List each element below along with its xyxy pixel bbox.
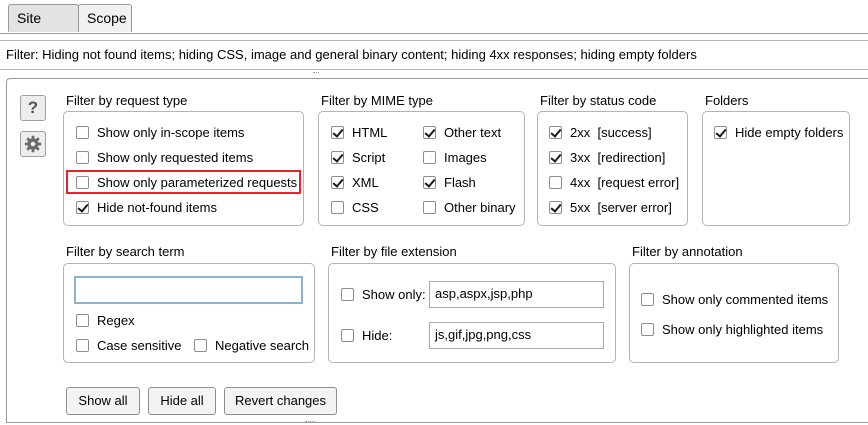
checkbox-regex[interactable]: Regex: [76, 311, 135, 329]
checkbox-hide-empty-folders[interactable]: Hide empty folders: [714, 123, 843, 141]
checkbox-box[interactable]: [714, 125, 727, 139]
checkbox-box[interactable]: [549, 125, 562, 139]
tab-scope[interactable]: Scope: [78, 4, 132, 32]
tab-site-map[interactable]: Site map: [8, 4, 79, 53]
gear-icon: [24, 135, 42, 153]
checkbox-box[interactable]: [194, 338, 207, 352]
checkbox-negative-search[interactable]: Negative search: [194, 336, 309, 354]
checkbox-mime-script[interactable]: Script: [331, 148, 385, 166]
checkbox-box[interactable]: [76, 200, 89, 214]
help-icon: ?: [27, 98, 39, 117]
checkbox-mime-other-binary[interactable]: Other binary: [423, 198, 516, 216]
checkbox-box[interactable]: [641, 322, 654, 336]
revert-changes-button[interactable]: Revert changes: [224, 387, 337, 415]
filter-summary-bar[interactable]: Filter: Hiding not found items; hiding C…: [0, 40, 868, 70]
checkbox-case-sensitive[interactable]: Case sensitive: [76, 336, 182, 354]
annotation-title: Filter by annotation: [632, 244, 743, 259]
checkbox-mime-images[interactable]: Images: [423, 148, 487, 166]
checkbox-box[interactable]: [423, 200, 436, 214]
checkbox-box[interactable]: [76, 338, 89, 352]
checkbox-box[interactable]: [341, 287, 354, 301]
checkbox-highlighted-only[interactable]: Show only highlighted items: [641, 320, 823, 338]
checkbox-box[interactable]: [331, 200, 344, 214]
checkbox-box[interactable]: [331, 125, 344, 139]
checkbox-box[interactable]: [549, 200, 562, 214]
hide-all-button[interactable]: Hide all: [148, 387, 216, 415]
ext-show-only-input[interactable]: asp,aspx,jsp,php: [429, 281, 604, 308]
checkbox-in-scope-only[interactable]: Show only in-scope items: [76, 123, 244, 141]
checkbox-status-2xx[interactable]: 2xx [success]: [549, 123, 652, 141]
ext-hide-input[interactable]: js,gif,jpg,png,css: [429, 322, 604, 349]
checkbox-ext-show-only[interactable]: Show only:: [341, 285, 426, 303]
request-type-title: Filter by request type: [66, 93, 188, 108]
checkbox-box[interactable]: [549, 150, 562, 164]
splitter-handle[interactable]: [313, 72, 319, 77]
status-code-title: Filter by status code: [540, 93, 657, 108]
search-term-input[interactable]: [74, 276, 303, 304]
checkbox-box[interactable]: [641, 292, 654, 306]
checkbox-requested-only[interactable]: Show only requested items: [76, 148, 253, 166]
checkbox-hide-not-found[interactable]: Hide not-found items: [76, 198, 217, 216]
checkbox-box[interactable]: [549, 175, 562, 189]
checkbox-box[interactable]: [331, 175, 344, 189]
checkbox-status-5xx[interactable]: 5xx [server error]: [549, 198, 672, 216]
show-all-button[interactable]: Show all: [66, 387, 140, 415]
annotation-group: [629, 263, 839, 363]
checkbox-mime-flash[interactable]: Flash: [423, 173, 476, 191]
mime-type-title: Filter by MIME type: [321, 93, 433, 108]
checkbox-box[interactable]: [76, 150, 89, 164]
tab-divider: [0, 33, 868, 34]
checkbox-status-3xx[interactable]: 3xx [redirection]: [549, 148, 665, 166]
bottom-splitter-handle[interactable]: [305, 421, 315, 424]
help-button[interactable]: ?: [20, 95, 46, 121]
checkbox-box[interactable]: [423, 175, 436, 189]
file-extension-title: Filter by file extension: [331, 244, 457, 259]
search-term-title: Filter by search term: [66, 244, 185, 259]
checkbox-mime-html[interactable]: HTML: [331, 123, 387, 141]
checkbox-mime-xml[interactable]: XML: [331, 173, 379, 191]
checkbox-parameterized-only[interactable]: Show only parameterized requests: [76, 173, 297, 191]
checkbox-box[interactable]: [76, 175, 89, 189]
checkbox-box[interactable]: [76, 313, 89, 327]
tab-bar: Site map Scope: [0, 0, 868, 53]
settings-button[interactable]: [20, 131, 46, 157]
checkbox-box[interactable]: [76, 125, 89, 139]
checkbox-commented-only[interactable]: Show only commented items: [641, 290, 828, 308]
checkbox-box[interactable]: [341, 328, 354, 342]
checkbox-box[interactable]: [331, 150, 344, 164]
checkbox-box[interactable]: [423, 150, 436, 164]
checkbox-mime-css[interactable]: CSS: [331, 198, 379, 216]
checkbox-status-4xx[interactable]: 4xx [request error]: [549, 173, 679, 191]
checkbox-ext-hide[interactable]: Hide:: [341, 326, 392, 344]
checkbox-box[interactable]: [423, 125, 436, 139]
checkbox-mime-other-text[interactable]: Other text: [423, 123, 501, 141]
folders-title: Folders: [705, 93, 749, 108]
